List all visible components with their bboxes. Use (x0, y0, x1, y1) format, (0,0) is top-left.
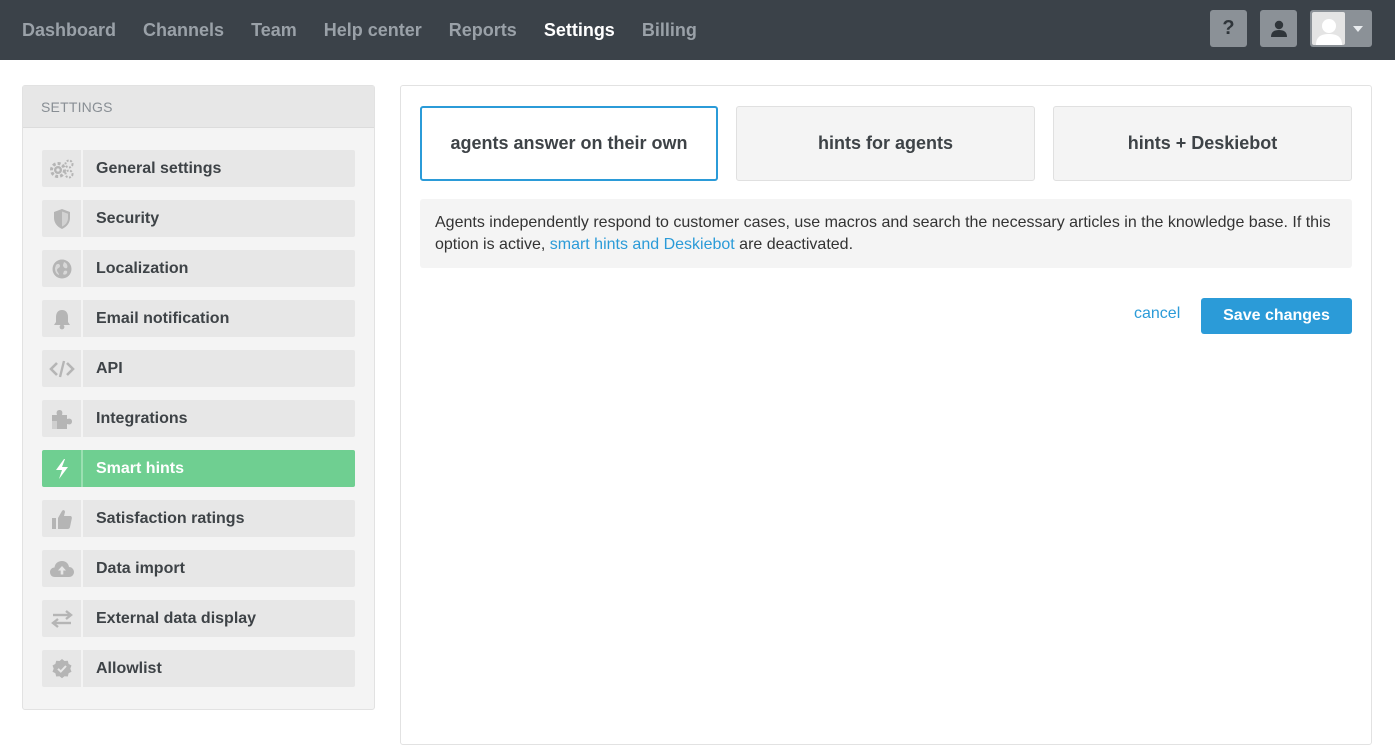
smart-hints-panel: agents answer on their own hints for age… (400, 85, 1372, 745)
sidebar-item-label: Email notification (96, 309, 230, 327)
sidebar-item-label: Allowlist (96, 659, 162, 677)
gears-icon (42, 150, 83, 187)
bolt-icon (42, 450, 83, 487)
save-changes-button[interactable]: Save changes (1201, 298, 1352, 334)
sidebar-item-api[interactable]: API (42, 350, 355, 387)
smart-hints-link[interactable]: smart hints and Deskiebot (550, 236, 735, 253)
cloud-upload-icon (42, 550, 83, 587)
description-text-after: are deactivated. (734, 236, 854, 253)
badge-check-icon (42, 650, 83, 687)
puzzle-icon (42, 400, 83, 437)
top-navigation-bar: Dashboard Channels Team Help center Repo… (0, 0, 1395, 60)
sidebar-item-email-notification[interactable]: Email notification (42, 300, 355, 337)
sidebar-item-label: API (96, 359, 123, 377)
help-icon: ? (1222, 17, 1235, 39)
sidebar-item-label: Smart hints (96, 459, 185, 477)
nav-team[interactable]: Team (251, 20, 297, 41)
main-nav: Dashboard Channels Team Help center Repo… (22, 0, 724, 60)
bell-icon (42, 300, 83, 337)
code-icon (42, 350, 83, 387)
sidebar-item-smart-hints[interactable]: Smart hints (42, 450, 355, 487)
option-description: Agents independently respond to customer… (420, 199, 1352, 268)
nav-settings[interactable]: Settings (544, 20, 615, 41)
option-agents-answer-on-their-own[interactable]: agents answer on their own (420, 106, 718, 181)
user-icon (1270, 20, 1287, 37)
option-hints-for-agents[interactable]: hints for agents (736, 106, 1035, 181)
sidebar-item-external-data-display[interactable]: External data display (42, 600, 355, 637)
sidebar-item-label: Localization (96, 259, 189, 277)
profile-button[interactable] (1260, 10, 1297, 47)
nav-channels[interactable]: Channels (143, 20, 224, 41)
nav-reports[interactable]: Reports (449, 20, 517, 41)
avatar (1312, 12, 1345, 45)
sidebar-item-data-import[interactable]: Data import (42, 550, 355, 587)
help-button[interactable]: ? (1210, 10, 1247, 47)
sidebar-item-label: Integrations (96, 409, 188, 427)
nav-dashboard[interactable]: Dashboard (22, 20, 116, 41)
sidebar-item-label: Security (96, 209, 160, 227)
chevron-down-icon (1353, 25, 1363, 32)
sidebar-item-label: Data import (96, 559, 185, 577)
account-menu-button[interactable] (1310, 10, 1372, 47)
nav-billing[interactable]: Billing (642, 20, 697, 41)
sidebar-item-general-settings[interactable]: General settings (42, 150, 355, 187)
settings-sidebar: SETTINGS General settings Security Local… (22, 85, 375, 710)
shield-icon (42, 200, 83, 237)
nav-help-center[interactable]: Help center (324, 20, 422, 41)
cancel-link[interactable]: cancel (1134, 305, 1180, 323)
option-hints-plus-deskiebot[interactable]: hints + Deskiebot (1053, 106, 1352, 181)
sidebar-item-integrations[interactable]: Integrations (42, 400, 355, 437)
sidebar-header: SETTINGS (23, 86, 374, 128)
sidebar-item-label: External data display (96, 609, 257, 627)
sidebar-item-label: General settings (96, 159, 222, 177)
globe-icon (42, 250, 83, 287)
avatar-placeholder-icon (1315, 19, 1342, 45)
sidebar-item-allowlist[interactable]: Allowlist (42, 650, 355, 687)
thumbs-up-icon (42, 500, 83, 537)
exchange-icon (42, 600, 83, 637)
sidebar-item-label: Satisfaction ratings (96, 509, 245, 527)
sidebar-item-satisfaction-ratings[interactable]: Satisfaction ratings (42, 500, 355, 537)
sidebar-item-localization[interactable]: Localization (42, 250, 355, 287)
sidebar-item-security[interactable]: Security (42, 200, 355, 237)
